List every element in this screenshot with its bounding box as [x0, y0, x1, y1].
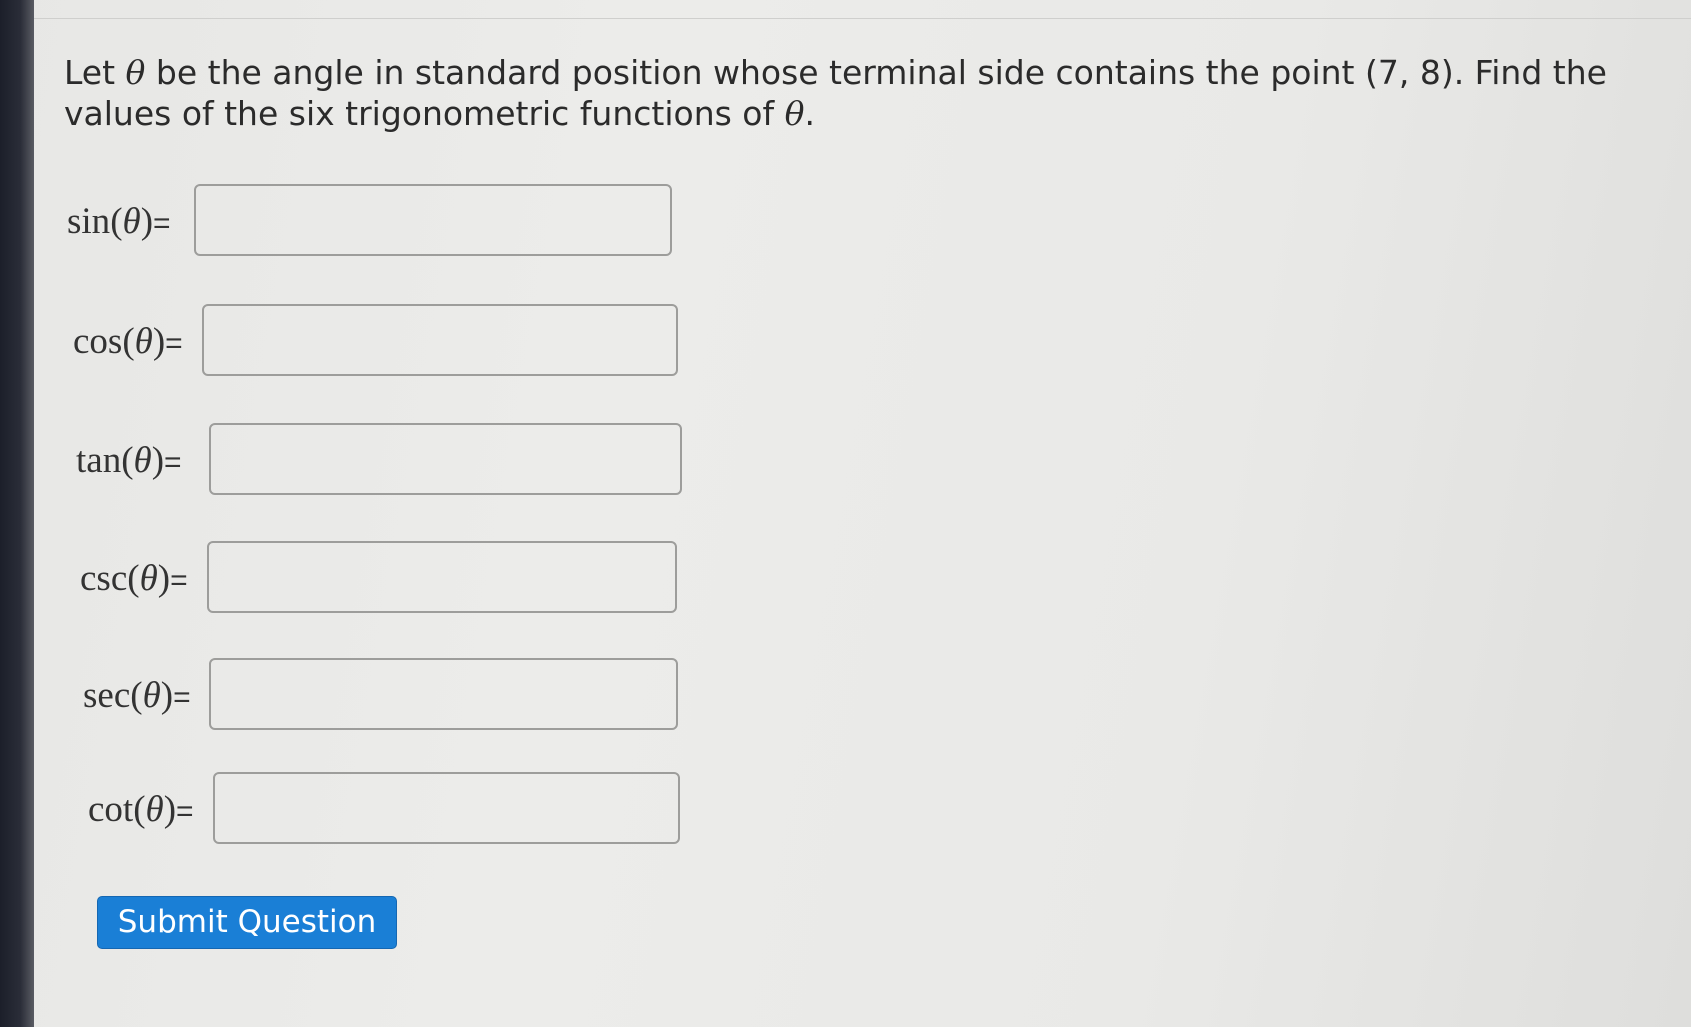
- cot-answer-input[interactable]: [213, 772, 680, 844]
- screen-bezel: [0, 0, 34, 1027]
- top-divider: [34, 18, 1691, 19]
- theta-symbol: θ: [784, 94, 805, 133]
- csc-label: csc(θ)=: [80, 558, 188, 599]
- sec-answer-input[interactable]: [209, 658, 678, 730]
- sin-answer-input[interactable]: [194, 184, 672, 256]
- tan-answer-input[interactable]: [209, 423, 682, 495]
- question-text: Let θ be the angle in standard position …: [64, 53, 1607, 133]
- submit-question-button[interactable]: Submit Question: [97, 896, 397, 949]
- csc-answer-input[interactable]: [207, 541, 677, 613]
- tan-label: tan(θ)=: [76, 440, 182, 481]
- cos-label: cos(θ)=: [73, 321, 183, 362]
- theta-symbol: θ: [125, 53, 146, 92]
- sin-label: sin(θ)=: [67, 201, 171, 242]
- sec-label: sec(θ)=: [83, 675, 191, 716]
- cos-answer-input[interactable]: [202, 304, 678, 376]
- cot-label: cot(θ)=: [88, 789, 194, 830]
